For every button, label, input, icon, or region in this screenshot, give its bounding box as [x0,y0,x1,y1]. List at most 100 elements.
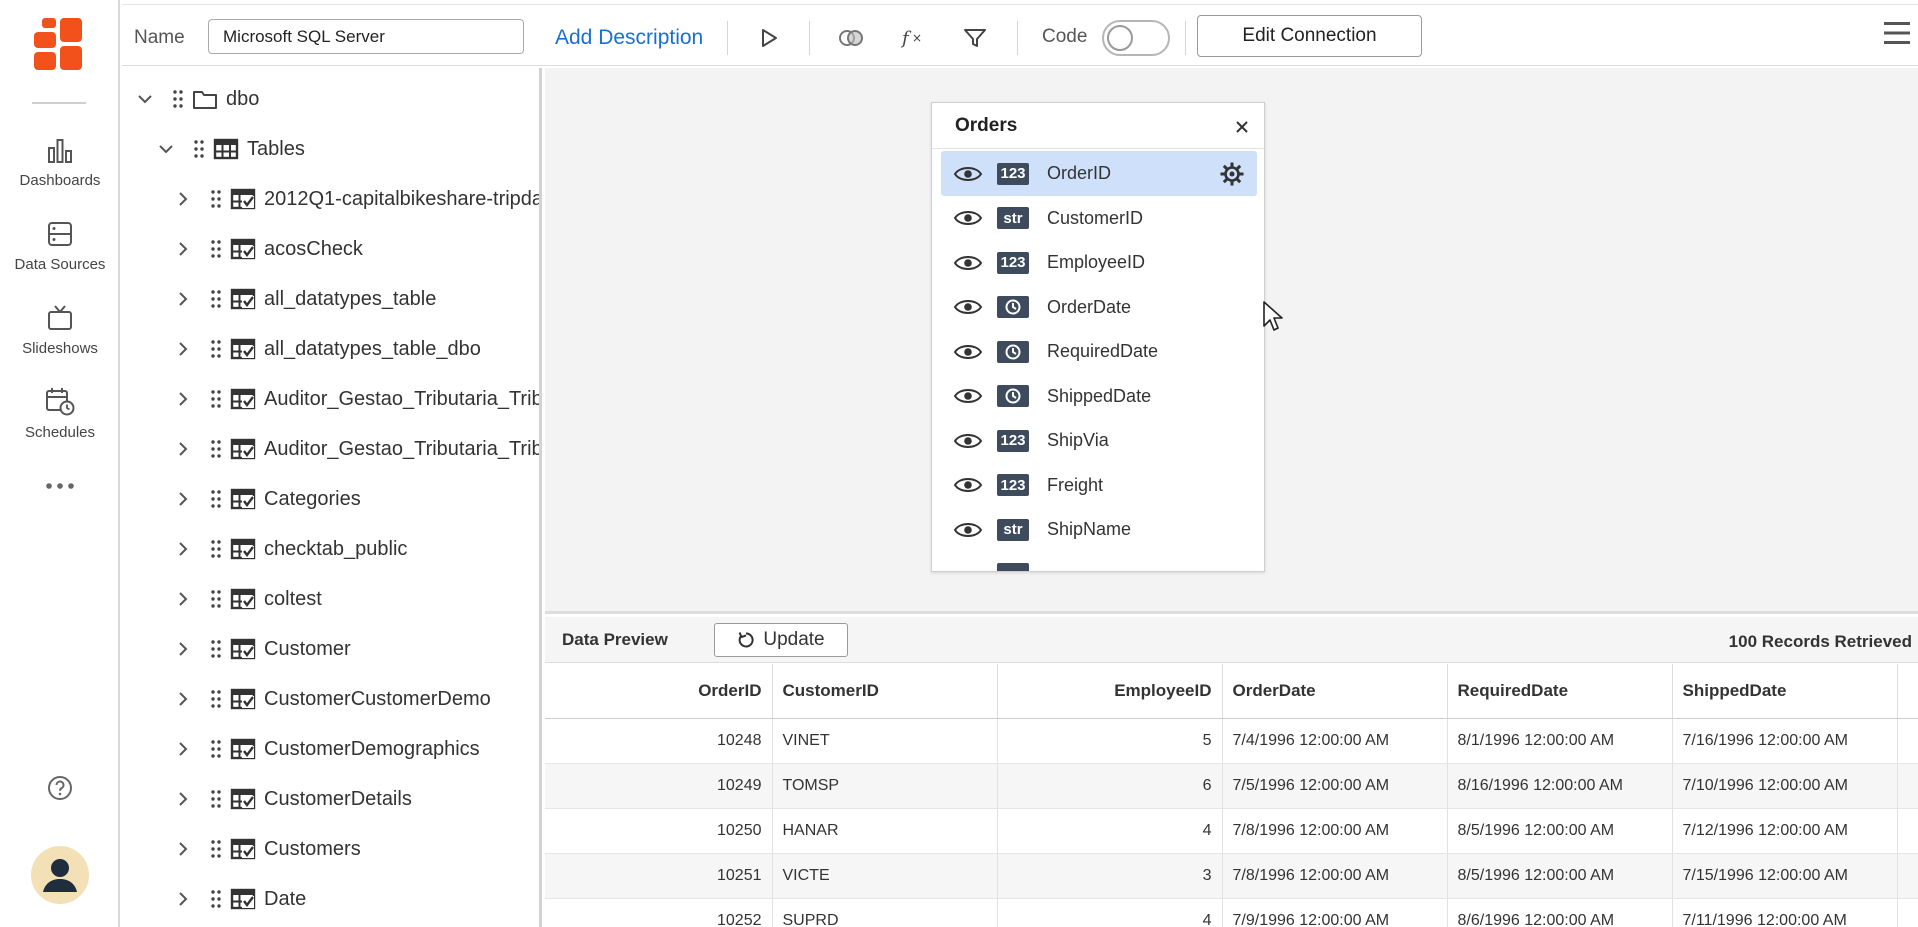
design-canvas[interactable]: Orders 123 OrderID str CustomerID 123 Employe… [545,68,1918,614]
nav-data-sources[interactable]: Data Sources [0,220,120,274]
tree-table-item[interactable]: Auditor_Gestao_Tributaria_Tributacao_1 [172,424,539,474]
eye-icon[interactable] [953,208,983,228]
chevron-right-icon[interactable] [172,238,194,260]
eye-icon[interactable] [953,164,983,184]
chevron-right-icon[interactable] [172,338,194,360]
tree-table-item[interactable]: CustomerCustomerDemo [172,674,491,724]
update-button[interactable]: Update [714,623,848,657]
drag-handle-icon[interactable] [210,388,222,410]
chevron-right-icon[interactable] [172,388,194,410]
chevron-right-icon[interactable] [172,638,194,660]
eye-icon[interactable] [953,342,983,362]
user-avatar[interactable] [31,846,89,904]
chevron-right-icon[interactable] [172,538,194,560]
tree-table-item[interactable]: all_datatypes_table_dbo [172,324,481,374]
eye-icon[interactable] [953,431,983,451]
eye-icon[interactable] [953,253,983,273]
chevron-down-icon[interactable] [155,138,177,160]
more-horizontal-icon[interactable] [44,480,76,492]
connection-name-input[interactable] [208,19,524,54]
tree-node-schema[interactable]: dbo [134,74,259,124]
close-icon[interactable] [1234,119,1250,135]
code-toggle[interactable] [1102,20,1170,56]
drag-handle-icon[interactable] [210,288,222,310]
table-row[interactable]: 10251 VICTE 3 7/8/1996 12:00:00 AM 8/5/1996 … [545,853,1918,899]
field-item[interactable]: 123 EmployeeID [941,240,1257,285]
chevron-down-icon[interactable] [134,88,156,110]
tree-table-item[interactable]: Auditor_Gestao_Tributaria_Tributacao [172,374,539,424]
hamburger-menu-icon[interactable] [1882,19,1912,47]
brand-logo-icon[interactable] [34,18,84,70]
field-item[interactable]: OrderDate [941,285,1257,330]
tree-table-item[interactable]: Customer [172,624,351,674]
tree-table-item[interactable]: Categories [172,474,361,524]
eye-icon[interactable] [953,520,983,540]
drag-handle-icon[interactable] [193,138,205,160]
formula-button[interactable]: f × [898,23,928,53]
nav-dashboards[interactable]: Dashboards [0,138,120,190]
tree-table-item[interactable]: CustomerDetails [172,774,412,824]
drag-handle-icon[interactable] [210,688,222,710]
field-item[interactable]: ShippedDate [941,374,1257,419]
nav-slideshows[interactable]: Slideshows [0,304,120,358]
table-row[interactable]: 10252 SUPRD 4 7/9/1996 12:00:00 AM 8/6/1996 … [545,898,1918,927]
column-header[interactable]: EmployeeID [997,664,1223,719]
tree-table-item[interactable]: acosCheck [172,224,363,274]
drag-handle-icon[interactable] [210,338,222,360]
field-item[interactable]: 123 OrderID [941,151,1257,196]
tree-table-item[interactable]: 2012Q1-capitalbikeshare-tripdata [172,174,539,224]
chevron-right-icon[interactable] [172,738,194,760]
table-row[interactable]: 10250 HANAR 4 7/8/1996 12:00:00 AM 8/5/1996 … [545,808,1918,854]
eye-icon[interactable] [953,386,983,406]
tree-table-item[interactable]: Customers [172,824,361,874]
nav-schedules[interactable]: Schedules [0,386,120,442]
add-description-link[interactable]: Add Description [555,26,703,50]
run-button[interactable] [754,23,784,53]
chevron-right-icon[interactable] [172,438,194,460]
help-icon[interactable] [47,775,73,801]
field-item[interactable]: 123 ShipVia [941,418,1257,463]
drag-handle-icon[interactable] [210,538,222,560]
field-item[interactable]: 123 Freight [941,463,1257,508]
chevron-right-icon[interactable] [172,888,194,910]
column-header[interactable]: OrderID [545,664,773,719]
eye-icon[interactable] [953,475,983,495]
eye-icon[interactable] [953,297,983,317]
join-button[interactable] [836,23,866,53]
drag-handle-icon[interactable] [210,788,222,810]
table-row[interactable]: 10249 TOMSP 6 7/5/1996 12:00:00 AM 8/16/1996… [545,763,1918,809]
chevron-right-icon[interactable] [172,788,194,810]
drag-handle-icon[interactable] [210,838,222,860]
field-item[interactable]: RequiredDate [941,329,1257,374]
chevron-right-icon[interactable] [172,588,194,610]
column-header[interactable]: OrderDate [1222,664,1448,719]
field-item[interactable]: str ShipName [941,507,1257,552]
tree-table-item[interactable]: Date [172,874,306,924]
filter-button[interactable] [960,23,990,53]
drag-handle-icon[interactable] [210,238,222,260]
gear-icon[interactable] [1219,161,1245,187]
orders-table-card[interactable]: Orders 123 OrderID str CustomerID 123 Employe… [931,102,1265,572]
field-item[interactable]: str CustomerID [941,196,1257,241]
drag-handle-icon[interactable] [210,638,222,660]
drag-handle-icon[interactable] [210,438,222,460]
drag-handle-icon[interactable] [210,588,222,610]
drag-handle-icon[interactable] [210,888,222,910]
chevron-right-icon[interactable] [172,288,194,310]
tree-table-item[interactable]: checktab_public [172,524,407,574]
drag-handle-icon[interactable] [210,188,222,210]
tree-table-item[interactable]: CustomerDemographics [172,724,480,774]
edit-connection-button[interactable]: Edit Connection [1197,15,1422,57]
chevron-right-icon[interactable] [172,488,194,510]
tree-table-item[interactable]: coltest [172,574,322,624]
drag-handle-icon[interactable] [172,88,184,110]
column-header[interactable]: ShippedDate [1672,664,1898,719]
chevron-right-icon[interactable] [172,188,194,210]
chevron-right-icon[interactable] [172,688,194,710]
drag-handle-icon[interactable] [210,738,222,760]
tree-table-item[interactable]: all_datatypes_table [172,274,436,324]
chevron-right-icon[interactable] [172,838,194,860]
column-header[interactable]: RequiredDate [1447,664,1673,719]
drag-handle-icon[interactable] [210,488,222,510]
column-header[interactable]: CustomerID [772,664,998,719]
